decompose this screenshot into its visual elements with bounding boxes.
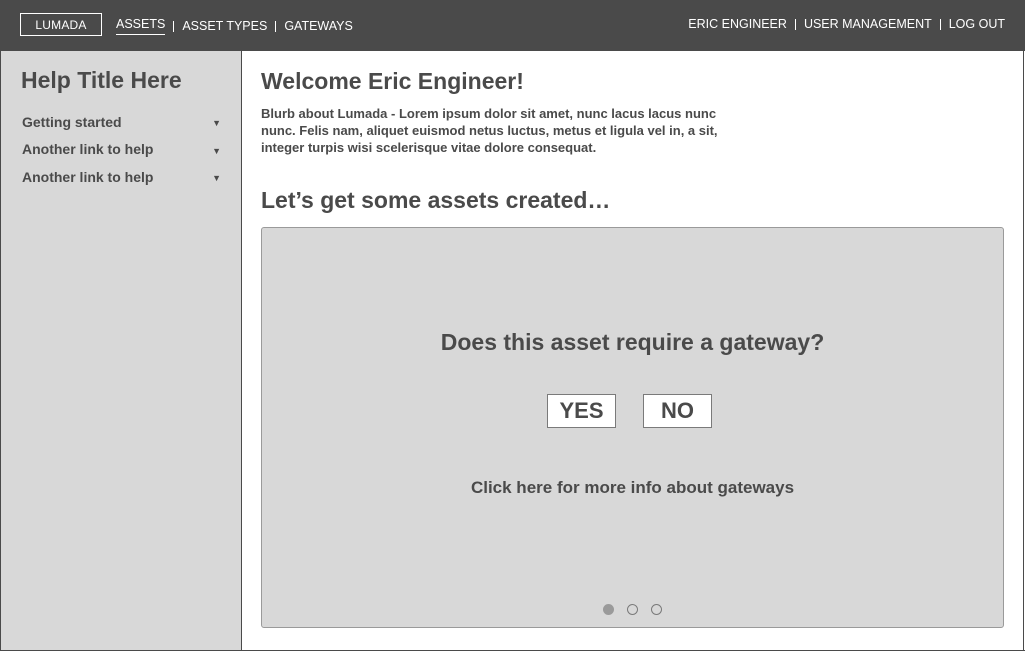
help-item-label: Getting started <box>22 113 122 130</box>
help-item-another-link-2[interactable]: Another link to help ▼ <box>22 163 222 191</box>
help-item-label: Another link to help <box>22 168 154 185</box>
help-item-getting-started[interactable]: Getting started ▼ <box>22 108 222 136</box>
pager-dot-1[interactable] <box>603 604 614 615</box>
main-right-border <box>1023 51 1024 651</box>
nav-link-assets[interactable]: ASSETS <box>116 17 166 35</box>
asset-wizard-card: Does this asset require a gateway? YES N… <box>261 227 1004 628</box>
section-title: Let’s get some assets created… <box>261 187 611 213</box>
nav-link-user-profile[interactable]: ERIC ENGINEER <box>688 17 787 31</box>
help-item-label: Another link to help <box>22 141 154 158</box>
caret-down-icon: ▼ <box>212 145 221 156</box>
help-link-list: Getting started ▼ Another link to help ▼… <box>22 108 222 191</box>
help-title: Help Title Here <box>21 67 182 93</box>
nav-link-asset-types[interactable]: ASSET TYPES <box>182 19 267 33</box>
nav-link-gateways[interactable]: GATEWAYS <box>284 19 353 33</box>
pager-dot-3[interactable] <box>651 604 662 615</box>
caret-down-icon: ▼ <box>212 118 221 129</box>
yes-button[interactable]: YES <box>547 394 616 428</box>
nav-link-log-out[interactable]: LOG OUT <box>949 17 1005 31</box>
top-navigation-bar: LUMADA ASSETS ASSET TYPES GATEWAYS ERIC … <box>0 0 1025 51</box>
help-item-another-link-1[interactable]: Another link to help ▼ <box>22 136 222 164</box>
nav-separator <box>275 20 277 32</box>
caret-down-icon: ▼ <box>212 173 221 184</box>
nav-separator <box>794 18 796 30</box>
no-button[interactable]: NO <box>643 394 712 428</box>
nav-separator <box>173 20 175 32</box>
lumada-logo[interactable]: LUMADA <box>20 13 102 36</box>
nav-separator <box>939 18 941 30</box>
nav-link-user-management[interactable]: USER MANAGEMENT <box>804 17 932 31</box>
gateway-info-link[interactable]: Click here for more info about gateways <box>262 478 1003 498</box>
pager-dot-2[interactable] <box>627 604 638 615</box>
wizard-question: Does this asset require a gateway? <box>440 329 825 355</box>
user-nav: ERIC ENGINEER USER MANAGEMENT LOG OUT <box>688 17 1005 31</box>
welcome-heading: Welcome Eric Engineer! <box>261 68 524 94</box>
wizard-pager <box>262 604 1003 615</box>
primary-nav: ASSETS ASSET TYPES GATEWAYS <box>116 17 353 35</box>
lumada-blurb: Blurb about Lumada - Lorem ipsum dolor s… <box>261 106 718 155</box>
help-sidebar: Help Title Here Getting started ▼ Anothe… <box>0 51 242 651</box>
